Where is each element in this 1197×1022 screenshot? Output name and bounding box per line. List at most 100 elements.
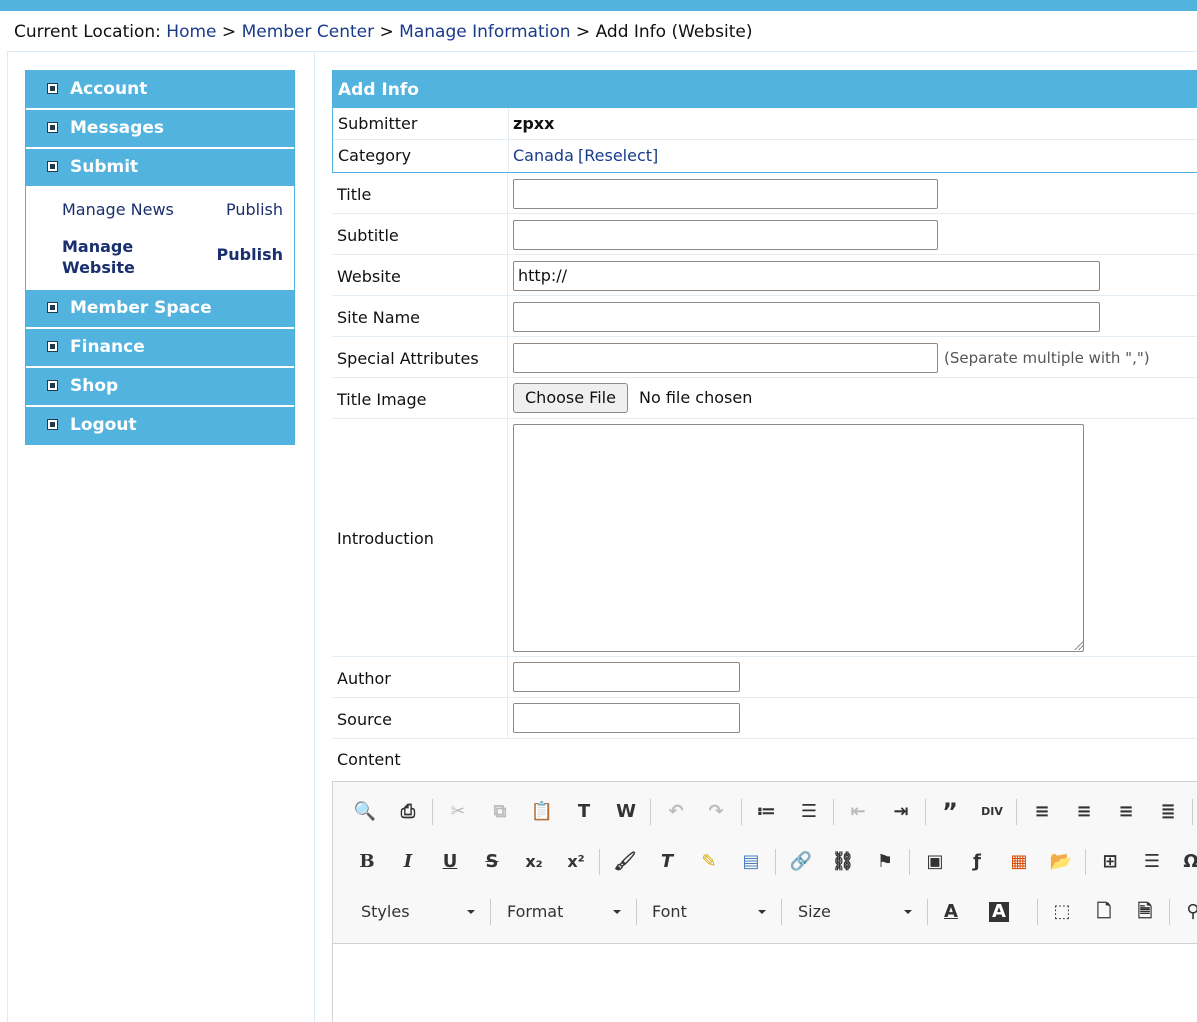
introduction-row: Introduction [332,419,1197,657]
cut-icon[interactable]: ✂ [446,800,470,824]
anchor-flag-icon[interactable]: ⚑ [873,850,897,874]
subtitle-row: Subtitle [332,214,1197,255]
publish-website-link[interactable]: Publish [217,245,283,264]
collapse-box-icon [47,161,58,172]
strikethrough-icon[interactable]: S [480,850,504,874]
subtitle-input[interactable] [513,220,938,250]
preview-icon[interactable]: 🔍 [353,800,377,824]
sidebar-item-logout[interactable]: Logout [26,407,294,444]
underline-icon[interactable]: U [438,850,462,874]
media-icon[interactable]: ▦ [1007,850,1031,874]
copy-icon[interactable]: ⧉ [488,800,512,824]
bulleted-list-icon[interactable]: ☰ [797,800,821,824]
sidebar-item-shop[interactable]: Shop [26,368,294,407]
resize-handle-icon[interactable] [1073,640,1083,650]
paste-icon[interactable]: 📋 [530,800,554,824]
remove-format-icon[interactable]: T [655,850,679,874]
sidebar-item-account[interactable]: Account [26,71,294,110]
sidebar-item-label: Member Space [70,298,212,318]
justify-icon[interactable]: ≣ [1156,800,1180,824]
blockquote-icon[interactable]: ” [938,800,962,824]
outdent-icon[interactable]: ⇤ [846,800,870,824]
column-divider [508,108,509,139]
align-left-icon[interactable]: ≡ [1030,800,1054,824]
author-label: Author [337,669,391,688]
redo-icon[interactable]: ↷ [704,800,728,824]
find-icon[interactable]: ⚲ [1181,900,1197,924]
source-label: Source [337,710,392,729]
background-color-icon[interactable]: A [989,902,1009,922]
size-dropdown[interactable]: Size [798,900,918,924]
source-input[interactable] [513,703,740,733]
align-center-icon[interactable]: ≡ [1072,800,1096,824]
print-icon[interactable]: ⎙ [396,800,420,824]
subscript-icon[interactable]: x₂ [522,850,546,874]
toolbar-separator [775,849,776,875]
flash-icon[interactable]: ƒ [965,850,989,874]
website-input[interactable]: http:// [513,261,1100,291]
special-char-icon[interactable]: Ω [1179,850,1197,874]
expand-box-icon [47,122,58,133]
sitename-input[interactable] [513,302,1100,332]
sidebar-item-submit[interactable]: Submit [26,149,294,188]
submit-submenu: Manage News Publish Manage Website Publi… [26,188,294,290]
unlink-icon[interactable]: ⛓ [831,850,855,874]
manage-news-link[interactable]: Manage News [62,200,174,219]
format-dropdown[interactable]: Format [507,900,627,924]
reselect-link[interactable]: [Reselect] [578,146,658,165]
highlight-icon[interactable]: ✎ [697,850,721,874]
undo-icon[interactable]: ↶ [664,800,688,824]
maximize-icon[interactable]: ⬚ [1050,900,1074,924]
div-container-icon[interactable]: DIV [980,800,1004,824]
author-input[interactable] [513,662,740,692]
sitename-label: Site Name [337,308,421,327]
editor-toolbar: 🔍 ⎙ ✂ ⧉ 📋 T W ↶ ↷ ≔ ☰ ⇤ ⇥ ” DIV ≡ ≡ ≡ ≣ … [333,782,1197,944]
form-header: Add Info [332,70,1197,108]
paste-word-icon[interactable]: W [614,800,638,824]
column-divider [507,173,508,213]
copy-formatting-icon[interactable]: 🖌 [613,850,637,874]
styles-dropdown[interactable]: Styles [361,900,481,924]
indent-icon[interactable]: ⇥ [889,800,913,824]
document-icon[interactable]: 🗎 [1133,900,1157,924]
breadcrumb-separator: > [570,22,596,42]
submitter-value: zpxx [513,114,555,133]
align-right-icon[interactable]: ≡ [1114,800,1138,824]
numbered-list-icon[interactable]: ≔ [754,800,778,824]
paste-text-icon[interactable]: T [572,800,596,824]
title-input[interactable] [513,179,938,209]
author-row: Author [332,657,1197,698]
font-dropdown[interactable]: Font [652,900,772,924]
table-icon[interactable]: ⊞ [1098,850,1122,874]
special-attributes-input[interactable] [513,343,938,373]
sidebar-item-messages[interactable]: Messages [26,110,294,149]
sidebar-item-member-space[interactable]: Member Space [26,290,294,329]
image-icon[interactable]: ▣ [923,850,947,874]
sidebar-item-finance[interactable]: Finance [26,329,294,368]
italic-icon[interactable]: I [396,850,420,874]
superscript-icon[interactable]: x² [564,850,588,874]
title-image-row: Title Image Choose File No file chosen [332,378,1197,419]
bold-icon[interactable]: B [355,850,379,874]
publish-news-link[interactable]: Publish [226,200,283,219]
sidebar-item-label: Finance [70,337,145,357]
chevron-down-icon [758,910,766,914]
toolbar-separator [636,899,637,925]
horizontal-line-icon[interactable]: ☰ [1140,850,1164,874]
editor-content-area[interactable] [333,944,1197,1022]
breadcrumb-manage-info-link[interactable]: Manage Information [399,22,570,42]
choose-file-button[interactable]: Choose File [513,383,628,413]
toolbar-separator [650,799,651,825]
introduction-textarea[interactable] [513,424,1084,652]
file-upload-icon[interactable]: 📂 [1049,850,1073,874]
link-icon[interactable]: 🔗 [789,850,813,874]
template-icon[interactable]: ▤ [739,850,763,874]
info-rows: Submitter zpxx Category Canada [Reselect… [332,108,1197,173]
manage-website-link[interactable]: Manage Website [62,236,172,278]
breadcrumb-member-center-link[interactable]: Member Center [242,22,375,42]
breadcrumb-home-link[interactable]: Home [166,22,216,42]
expand-box-icon [47,341,58,352]
text-color-icon[interactable]: A [939,900,963,924]
title-image-label: Title Image [337,390,427,409]
new-page-icon[interactable]: 🗋 [1092,900,1116,924]
